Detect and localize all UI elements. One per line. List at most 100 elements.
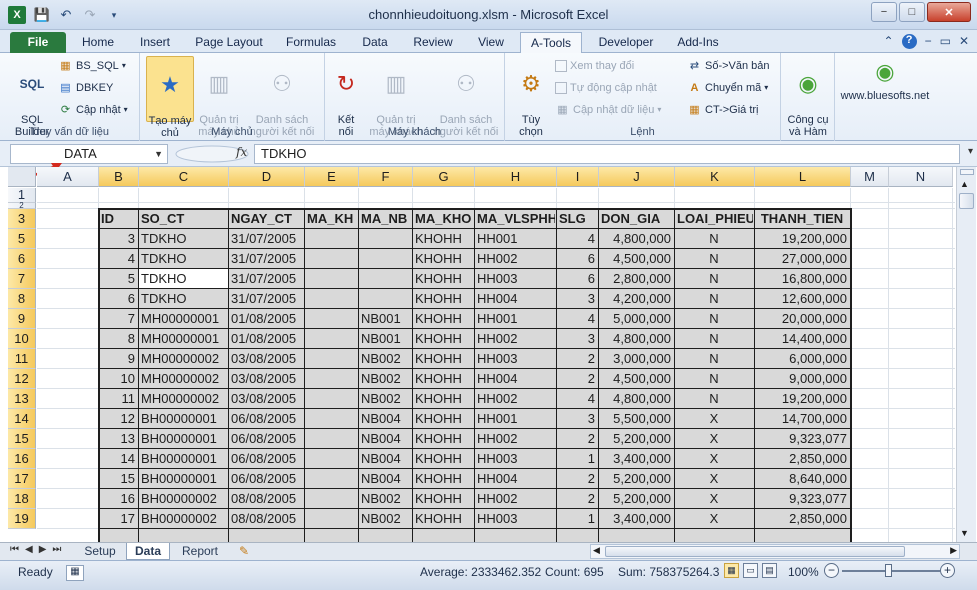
formula-input[interactable]: TDKHO: [254, 144, 960, 164]
table-cell[interactable]: 5: [99, 269, 137, 289]
table-cell[interactable]: 2: [557, 469, 597, 489]
table-cell[interactable]: X: [675, 429, 753, 449]
zoom-level[interactable]: 100%: [788, 565, 819, 579]
table-cell[interactable]: HH002: [475, 249, 555, 269]
table-cell[interactable]: X: [675, 409, 753, 429]
table-cell[interactable]: [305, 249, 357, 269]
tab-formulas[interactable]: Formulas: [278, 32, 344, 53]
table-cell[interactable]: MH00000002: [139, 369, 227, 389]
table-cell[interactable]: 17: [99, 509, 137, 529]
table-cell[interactable]: [305, 329, 357, 349]
column-header-m[interactable]: M: [851, 167, 889, 187]
table-cell[interactable]: MH00000001: [139, 329, 227, 349]
table-cell[interactable]: BH00000002: [139, 509, 227, 529]
tab-file[interactable]: File: [10, 32, 66, 53]
table-cell[interactable]: HH002: [475, 429, 555, 449]
table-cell[interactable]: HH004: [475, 289, 555, 309]
table-header-cell[interactable]: DON_GIA: [599, 209, 673, 229]
table-cell[interactable]: 4: [557, 229, 597, 249]
table-cell[interactable]: 2,850,000: [755, 449, 849, 469]
table-cell[interactable]: 14,700,000: [755, 409, 849, 429]
table-cell[interactable]: 1: [557, 449, 597, 469]
table-cell[interactable]: [305, 469, 357, 489]
table-cell[interactable]: 5,000,000: [599, 309, 673, 329]
table-cell[interactable]: 6: [557, 249, 597, 269]
table-cell[interactable]: KHOHH: [413, 329, 473, 349]
table-cell[interactable]: [359, 269, 411, 289]
table-cell[interactable]: 06/08/2005: [229, 449, 303, 469]
table-cell[interactable]: 4: [557, 389, 597, 409]
table-cell[interactable]: 01/08/2005: [229, 329, 303, 349]
row-header-12[interactable]: 12: [8, 369, 36, 389]
minimize-button[interactable]: −: [871, 2, 897, 22]
table-cell[interactable]: 4,800,000: [599, 329, 673, 349]
dbkey-button[interactable]: ▤ DBKEY: [58, 79, 113, 97]
table-cell[interactable]: X: [675, 469, 753, 489]
row-header-13[interactable]: 13: [8, 389, 36, 409]
tu-dong-cap-nhat-checkbox[interactable]: Tự động cập nhật: [555, 79, 657, 97]
table-cell[interactable]: X: [675, 489, 753, 509]
table-cell[interactable]: [305, 369, 357, 389]
table-cell[interactable]: NB004: [359, 449, 411, 469]
table-cell[interactable]: NB002: [359, 489, 411, 509]
table-cell[interactable]: TDKHO: [139, 229, 227, 249]
table-cell[interactable]: 14: [99, 449, 137, 469]
table-cell[interactable]: 3: [557, 289, 597, 309]
page-layout-view-icon[interactable]: ▭: [743, 563, 758, 578]
table-header-cell[interactable]: MA_VLSPHH: [475, 209, 555, 229]
table-cell[interactable]: KHOHH: [413, 289, 473, 309]
table-cell[interactable]: 20,000,000: [755, 309, 849, 329]
table-header-cell[interactable]: MA_NB: [359, 209, 411, 229]
table-cell[interactable]: 4,800,000: [599, 389, 673, 409]
table-cell[interactable]: HH002: [475, 329, 555, 349]
column-header-n[interactable]: N: [889, 167, 953, 187]
table-cell[interactable]: KHOHH: [413, 449, 473, 469]
table-cell[interactable]: N: [675, 229, 753, 249]
table-cell[interactable]: [305, 349, 357, 369]
table-cell[interactable]: N: [675, 349, 753, 369]
table-cell[interactable]: 4,800,000: [599, 229, 673, 249]
column-header-h[interactable]: H: [475, 167, 557, 187]
scroll-up-icon[interactable]: ▲: [960, 179, 969, 189]
table-cell[interactable]: 12: [99, 409, 137, 429]
next-sheet-icon[interactable]: ▶: [39, 544, 47, 555]
table-cell[interactable]: N: [675, 289, 753, 309]
table-cell[interactable]: [305, 489, 357, 509]
table-cell[interactable]: 3,400,000: [599, 449, 673, 469]
table-cell[interactable]: BH00000002: [139, 489, 227, 509]
zoom-in-icon[interactable]: +: [940, 563, 955, 578]
table-cell[interactable]: 01/08/2005: [229, 309, 303, 329]
table-cell[interactable]: 06/08/2005: [229, 409, 303, 429]
table-cell[interactable]: 5,200,000: [599, 489, 673, 509]
row-header-14[interactable]: 14: [8, 409, 36, 429]
table-header-cell[interactable]: MA_KHO: [413, 209, 473, 229]
table-cell[interactable]: 10: [99, 369, 137, 389]
last-sheet-icon[interactable]: ⏭: [52, 544, 61, 555]
insert-sheet-icon[interactable]: ✎: [232, 543, 256, 560]
select-all-corner[interactable]: [8, 167, 36, 187]
table-cell[interactable]: HH001: [475, 229, 555, 249]
scroll-right-icon[interactable]: ▶: [950, 545, 957, 556]
row-header-9[interactable]: 9: [8, 309, 36, 329]
table-cell[interactable]: KHOHH: [413, 229, 473, 249]
table-cell[interactable]: TDKHO: [139, 289, 227, 309]
bs-sql-button[interactable]: ▦ BS_SQL ▾: [58, 57, 126, 75]
column-header-f[interactable]: F: [359, 167, 413, 187]
horizontal-scroll-thumb[interactable]: [605, 546, 905, 557]
tab-home[interactable]: Home: [74, 32, 122, 53]
table-cell[interactable]: [305, 409, 357, 429]
table-cell[interactable]: KHOHH: [413, 269, 473, 289]
table-cell[interactable]: HH002: [475, 489, 555, 509]
table-cell[interactable]: 06/08/2005: [229, 469, 303, 489]
table-cell[interactable]: [305, 289, 357, 309]
maximize-button[interactable]: □: [899, 2, 925, 22]
table-cell[interactable]: BH00000001: [139, 449, 227, 469]
table-cell[interactable]: X: [675, 509, 753, 529]
split-box-icon[interactable]: [960, 169, 974, 175]
table-cell[interactable]: HH002: [475, 389, 555, 409]
table-cell[interactable]: KHOHH: [413, 469, 473, 489]
table-cell[interactable]: BH00000001: [139, 409, 227, 429]
table-cell[interactable]: BH00000001: [139, 429, 227, 449]
tab-a-tools[interactable]: A-Tools: [520, 32, 582, 54]
row-header-17[interactable]: 17: [8, 469, 36, 489]
